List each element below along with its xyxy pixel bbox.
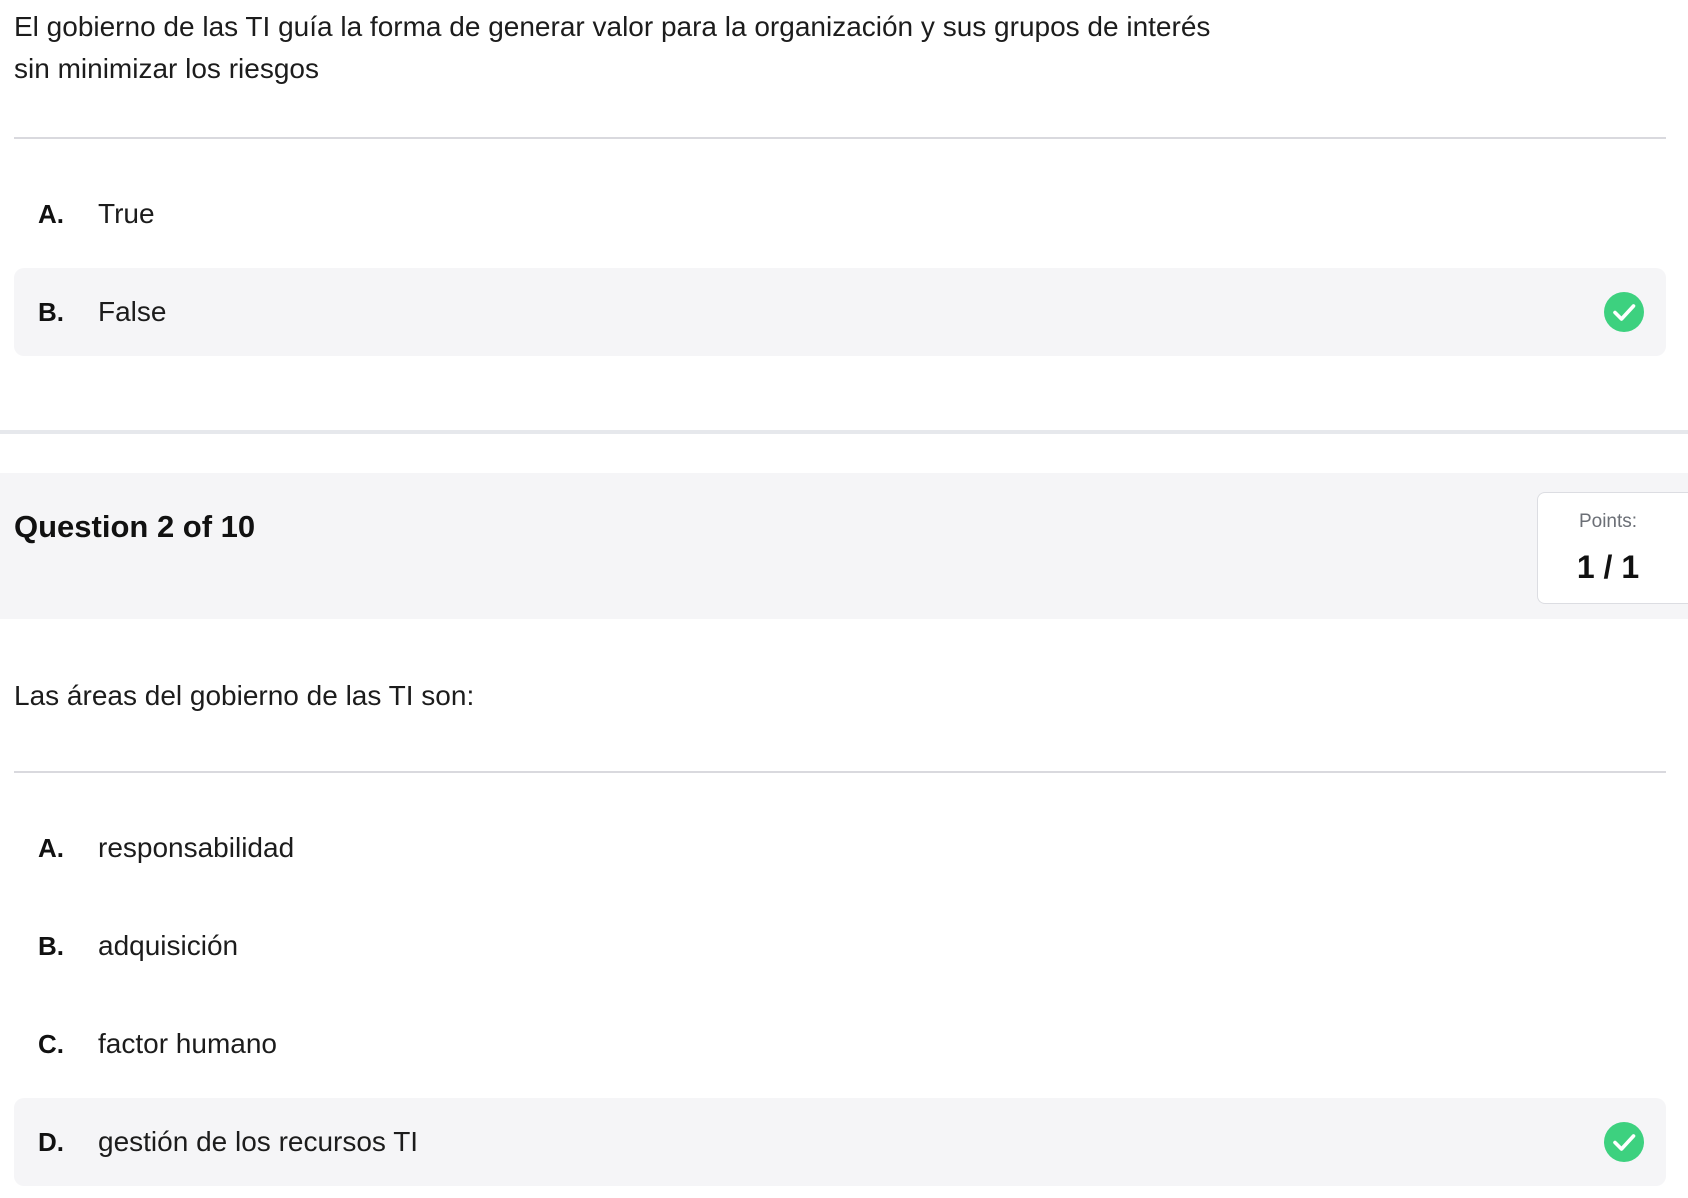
- option-text: gestión de los recursos TI: [98, 1126, 419, 1157]
- option-letter: B.: [38, 930, 64, 961]
- section-separator: [0, 430, 1688, 434]
- question-1-option-a[interactable]: A. True: [14, 170, 1666, 258]
- question-2-divider: [14, 771, 1666, 773]
- question-1-option-b[interactable]: B. False: [14, 268, 1666, 356]
- question-2-option-a[interactable]: A. responsabilidad: [14, 804, 1666, 892]
- question-2-text: Las áreas del gobierno de las TI son:: [14, 680, 475, 711]
- option-text: adquisición: [98, 930, 239, 961]
- option-letter: A.: [38, 198, 64, 229]
- points-value: 1 / 1: [1576, 549, 1640, 585]
- question-2-option-b[interactable]: B. adquisición: [14, 902, 1666, 990]
- option-letter: D.: [38, 1126, 64, 1157]
- question-1-divider: [14, 137, 1666, 139]
- question-2-header: Question 2 of 10 Points: 1 / 1: [0, 473, 1688, 619]
- option-text: factor humano: [98, 1028, 277, 1059]
- option-letter: C.: [38, 1028, 64, 1059]
- option-letter: A.: [38, 832, 64, 863]
- points-label: Points:: [1578, 511, 1638, 532]
- check-circle-icon: [1604, 1122, 1644, 1162]
- question-title: Question 2 of 10: [14, 509, 256, 544]
- question-2-option-c[interactable]: C. factor humano: [14, 1000, 1666, 1088]
- option-text: False: [98, 296, 167, 327]
- points-box: Points: 1 / 1: [1537, 492, 1688, 604]
- check-circle-icon: [1604, 292, 1644, 332]
- question-2-option-d[interactable]: D. gestión de los recursos TI: [14, 1098, 1666, 1186]
- option-text: True: [98, 198, 155, 229]
- option-text: responsabilidad: [98, 832, 295, 863]
- quiz-review-page: El gobierno de las TI guía la forma de g…: [0, 0, 1688, 1198]
- option-letter: B.: [38, 296, 64, 327]
- question-1-text: El gobierno de las TI guía la forma de g…: [14, 11, 1211, 84]
